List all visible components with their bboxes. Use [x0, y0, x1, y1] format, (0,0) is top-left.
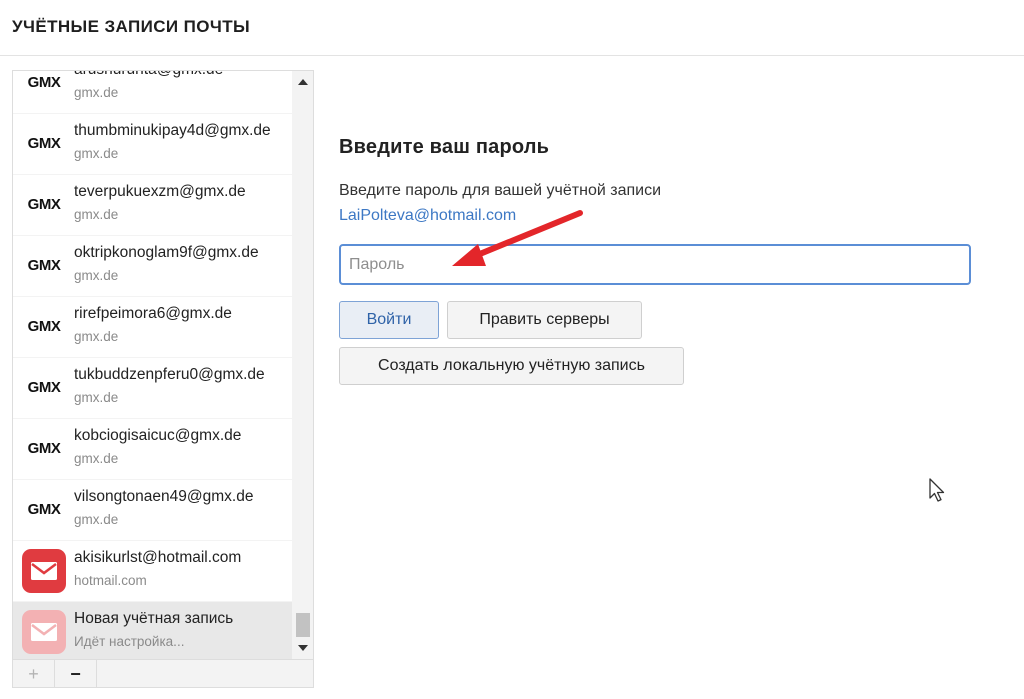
account-item[interactable]: GMX thumbminukipay4d@gmx.de gmx.de: [13, 114, 292, 174]
account-email: rirefpeimora6@gmx.de: [74, 305, 232, 322]
account-email: Новая учётная запись: [74, 610, 234, 627]
account-domain: gmx.de: [74, 85, 119, 100]
account-email: tukbuddzenpferu0@gmx.de: [74, 366, 265, 383]
account-email: kobciogisaicuc@gmx.de: [74, 427, 242, 444]
scroll-down-arrow-icon[interactable]: [298, 645, 308, 651]
login-panel: Введите ваш пароль Введите пароль для ва…: [314, 56, 1024, 688]
account-status: Идёт настройка...: [74, 634, 185, 649]
account-item[interactable]: GMX vilsongtonaen49@gmx.de gmx.de: [13, 480, 292, 540]
account-item[interactable]: GMX oktripkonoglam9f@gmx.de gmx.de: [13, 236, 292, 296]
gmx-logo-icon: GMX: [22, 71, 66, 105]
gmx-logo-icon: GMX: [22, 244, 66, 288]
scroll-up-arrow-icon[interactable]: [298, 79, 308, 85]
edit-servers-button[interactable]: Править серверы: [447, 301, 642, 339]
account-domain: gmx.de: [74, 451, 119, 466]
account-item[interactable]: GMX arushurunta@gmx.de gmx.de: [13, 71, 292, 113]
account-domain: gmx.de: [74, 512, 119, 527]
password-input[interactable]: [339, 244, 971, 285]
mail-envelope-icon: [22, 549, 66, 593]
account-email: arushurunta@gmx.de: [74, 71, 288, 79]
mouse-cursor-icon: [929, 478, 945, 502]
accounts-sidebar: GMX arushurunta@gmx.de gmx.de GMX thumbm…: [12, 70, 314, 688]
account-list-scrollbar[interactable]: [292, 71, 313, 659]
page-title: УЧЁТНЫЕ ЗАПИСИ ПОЧТЫ: [12, 17, 251, 36]
gmx-logo-icon: GMX: [22, 488, 66, 532]
account-email: thumbminukipay4d@gmx.de: [74, 122, 271, 139]
account-item[interactable]: GMX teverpukuexzm@gmx.de gmx.de: [13, 175, 292, 235]
account-list[interactable]: GMX arushurunta@gmx.de gmx.de GMX thumbm…: [13, 71, 292, 659]
login-button[interactable]: Войти: [339, 301, 439, 339]
account-email-address: LaiPolteva@hotmail.com: [339, 207, 517, 224]
account-item[interactable]: GMX tukbuddzenpferu0@gmx.de gmx.de: [13, 358, 292, 418]
scroll-thumb[interactable]: [296, 613, 310, 637]
password-description: Введите пароль для вашей учётной записи: [339, 182, 661, 199]
remove-account-button[interactable]: −: [55, 660, 97, 687]
account-domain: gmx.de: [74, 268, 119, 283]
sidebar-footer: + −: [13, 659, 313, 687]
gmx-logo-icon: GMX: [22, 366, 66, 410]
account-item[interactable]: akisikurlst@hotmail.com hotmail.com: [13, 541, 292, 601]
gmx-logo-icon: GMX: [22, 183, 66, 227]
add-account-button[interactable]: +: [13, 660, 55, 687]
gmx-logo-icon: GMX: [22, 122, 66, 166]
account-item-new[interactable]: Новая учётная запись Идёт настройка...: [13, 602, 292, 659]
gmx-logo-icon: GMX: [22, 427, 66, 471]
account-item[interactable]: GMX kobciogisaicuc@gmx.de gmx.de: [13, 419, 292, 479]
account-domain: gmx.de: [74, 390, 119, 405]
account-domain: gmx.de: [74, 207, 119, 222]
account-domain: gmx.de: [74, 329, 119, 344]
account-item[interactable]: GMX rirefpeimora6@gmx.de gmx.de: [13, 297, 292, 357]
mail-envelope-icon: [22, 610, 66, 654]
password-heading: Введите ваш пароль: [339, 136, 550, 158]
create-local-account-button[interactable]: Создать локальную учётную запись: [339, 347, 684, 385]
account-domain: hotmail.com: [74, 573, 147, 588]
account-email: teverpukuexzm@gmx.de: [74, 183, 246, 200]
account-domain: gmx.de: [74, 146, 119, 161]
account-email: akisikurlst@hotmail.com: [74, 549, 242, 566]
gmx-logo-icon: GMX: [22, 305, 66, 349]
header: УЧЁТНЫЕ ЗАПИСИ ПОЧТЫ: [0, 0, 1024, 56]
account-email: vilsongtonaen49@gmx.de: [74, 488, 254, 505]
account-email: oktripkonoglam9f@gmx.de: [74, 244, 259, 261]
